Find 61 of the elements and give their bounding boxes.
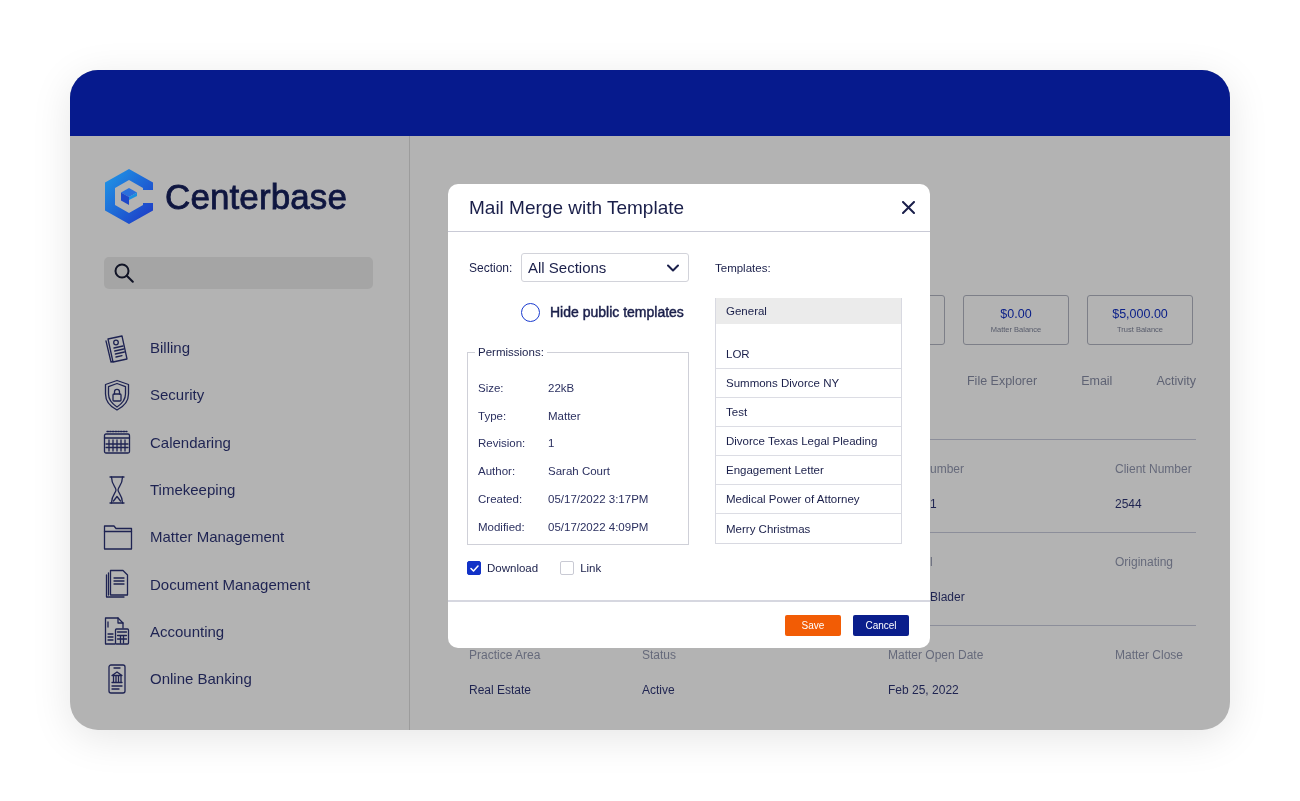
field-label: Practice Area <box>469 647 541 663</box>
field-label: Type: <box>478 409 508 422</box>
nav-item[interactable]: Timekeeping <box>103 465 236 514</box>
field-value: 2544 <box>1115 496 1142 512</box>
field-value: 22kB <box>548 381 575 394</box>
field-value: 05/17/2022 3:17PM <box>548 493 649 506</box>
nav-item[interactable]: Billing <box>103 324 191 372</box>
template-item[interactable]: General <box>716 298 901 324</box>
close-icon[interactable] <box>902 201 915 214</box>
field-value: 1 <box>930 496 937 512</box>
field-value: Matter <box>548 409 581 422</box>
radio-label: Hide public templates <box>550 304 684 320</box>
search-icon <box>114 263 134 283</box>
hexagon-logo-icon <box>103 168 155 225</box>
template-item[interactable]: Divorce Texas Legal Pleading <box>716 427 901 456</box>
field-label: Modified: <box>478 520 526 533</box>
dialog-title: Mail Merge with Template <box>469 196 685 219</box>
template-item[interactable]: Summons Divorce NY <box>716 369 901 398</box>
section-dropdown[interactable]: All Sections <box>521 253 689 282</box>
chevron-down-icon <box>667 263 679 272</box>
balance-amount: $0.00 <box>1000 306 1032 321</box>
field-label: Originating <box>1115 554 1174 570</box>
template-item[interactable]: LOR <box>716 340 901 369</box>
field-label: Matter Close <box>1115 647 1184 663</box>
field-label: Author: <box>478 465 517 478</box>
nav-item[interactable]: Security <box>103 371 205 419</box>
template-item[interactable]: Medical Power of Attorney <box>716 485 901 514</box>
field-value: Feb 25, 2022 <box>888 682 959 698</box>
nav-item[interactable]: Calendaring <box>103 418 231 466</box>
permissions-legend: Permissions: <box>475 345 547 359</box>
checkbox-label: Download <box>487 562 539 574</box>
field-label: Created: <box>478 493 524 506</box>
nav-item[interactable]: Matter Management <box>103 513 285 561</box>
field-label: Templates: <box>715 260 771 276</box>
field-label: umber <box>930 461 964 477</box>
cancel-button[interactable]: Cancel <box>853 614 909 636</box>
field-label: Client Number <box>1115 461 1192 477</box>
field-label: Revision: <box>478 437 527 450</box>
field-label: Section: <box>469 260 514 275</box>
checkmark-icon <box>469 564 479 572</box>
nav-item[interactable]: Document Management <box>103 560 311 608</box>
field-value: 05/17/2022 4:09PM <box>548 520 649 533</box>
field-label: Size: <box>478 381 505 394</box>
field-value: 1 <box>548 437 555 450</box>
template-item[interactable]: Test <box>716 398 901 427</box>
nav-item[interactable]: Online Banking <box>103 655 252 703</box>
field-label: Status <box>642 647 677 663</box>
field-label: l <box>930 554 933 570</box>
template-item[interactable]: Merry Christmas <box>716 514 901 543</box>
search-field[interactable] <box>104 257 373 289</box>
checkbox-label: Link <box>580 562 602 574</box>
field-value: Blader <box>930 589 965 605</box>
field-value: Active <box>642 682 675 698</box>
checkbox[interactable] <box>467 561 481 575</box>
nav-item[interactable]: Accounting <box>103 607 225 656</box>
balance-amount: $5,000.00 <box>1112 306 1168 321</box>
template-item[interactable]: Engagement Letter <box>716 456 901 485</box>
field-value: Real Estate <box>469 682 532 698</box>
field-label: Matter Open Date <box>888 647 984 663</box>
field-value: Sarah Court <box>548 465 610 478</box>
brand-name: Centerbase <box>165 176 347 217</box>
